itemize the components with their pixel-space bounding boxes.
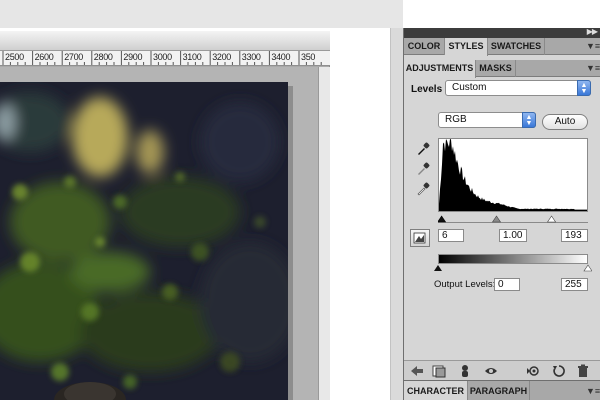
input-black-slider-thumb[interactable] bbox=[438, 215, 447, 223]
eye-icon[interactable] bbox=[484, 364, 498, 378]
output-black-field[interactable]: 0 bbox=[494, 278, 520, 291]
vertical-scrollbar[interactable] bbox=[318, 67, 330, 400]
photo-canvas[interactable] bbox=[0, 82, 288, 400]
chevron-updown-icon: ▲ ▼ bbox=[577, 80, 591, 96]
adjustments-tabbar: ADJUSTMENTS MASKS ▼≡ bbox=[404, 60, 600, 78]
histogram-shape bbox=[439, 139, 587, 211]
levels-title: Levels bbox=[411, 84, 443, 95]
tab-swatches[interactable]: SWATCHES bbox=[488, 38, 545, 55]
input-white-slider-thumb[interactable] bbox=[546, 215, 557, 223]
output-white-field[interactable]: 255 bbox=[561, 278, 588, 291]
layer-thumbnail-icon[interactable] bbox=[432, 364, 446, 378]
input-gamma-slider-thumb[interactable] bbox=[491, 215, 502, 223]
input-black-field[interactable]: 6 bbox=[438, 229, 464, 242]
ruler-tick-label: 2900 bbox=[123, 52, 143, 62]
tab-character[interactable]: CHARACTER bbox=[404, 381, 468, 400]
tab-masks[interactable]: MASKS bbox=[476, 60, 516, 77]
ruler-tick-label: 350 bbox=[301, 52, 316, 62]
preset-select-value: Custom bbox=[452, 82, 487, 93]
clipping-warning-icon bbox=[413, 232, 426, 244]
channel-select[interactable]: RGB ▲ ▼ bbox=[438, 112, 536, 128]
histogram-graph bbox=[439, 139, 587, 211]
ruler-tick-label: 3200 bbox=[212, 52, 232, 62]
panel-menu-icon[interactable]: ▼≡ bbox=[586, 63, 600, 73]
ruler-tick-label: 2800 bbox=[93, 52, 113, 62]
panel-dock-gap bbox=[390, 28, 403, 400]
ruler-tick-label: 3300 bbox=[241, 52, 261, 62]
white-point-eyedropper-icon[interactable] bbox=[416, 182, 430, 196]
input-gamma-field[interactable]: 1.00 bbox=[499, 229, 527, 242]
gray-point-eyedropper-icon[interactable] bbox=[416, 162, 430, 176]
previous-state-icon[interactable] bbox=[526, 364, 540, 378]
panel-menu-icon[interactable]: ▼≡ bbox=[586, 386, 600, 396]
panel-dock: ▶▶ COLOR STYLES SWATCHES ▼≡ ADJUSTMENTS … bbox=[403, 27, 600, 400]
input-levels-slider[interactable] bbox=[438, 215, 588, 223]
ruler-tick-label: 2500 bbox=[5, 52, 24, 62]
tab-paragraph[interactable]: PARAGRAPH bbox=[468, 381, 530, 400]
channel-select-value: RGB bbox=[445, 114, 467, 125]
trash-icon[interactable] bbox=[576, 364, 590, 378]
output-black-slider-thumb[interactable] bbox=[434, 265, 442, 271]
tab-color[interactable]: COLOR bbox=[404, 38, 445, 55]
application-bar bbox=[0, 0, 403, 28]
chevron-updown-icon: ▲ ▼ bbox=[522, 112, 536, 128]
tab-adjustments[interactable]: ADJUSTMENTS bbox=[404, 60, 476, 78]
photo-foliage-image bbox=[0, 82, 288, 400]
clip-layer-icon[interactable] bbox=[458, 364, 472, 378]
ruler-tick-label: 3400 bbox=[271, 52, 291, 62]
clipping-warning-button[interactable] bbox=[410, 229, 430, 247]
tab-styles[interactable]: STYLES bbox=[445, 38, 488, 56]
output-white-slider-thumb[interactable] bbox=[583, 264, 592, 272]
ruler-tick-label: 2700 bbox=[64, 52, 84, 62]
black-point-eyedropper-icon[interactable] bbox=[416, 142, 430, 156]
ruler-tick-label: 3000 bbox=[153, 52, 172, 62]
character-tabbar: CHARACTER PARAGRAPH ▼≡ bbox=[404, 380, 600, 400]
preset-select[interactable]: Custom ▲ ▼ bbox=[445, 80, 591, 96]
adjustments-action-bar bbox=[404, 360, 600, 380]
horizontal-ruler[interactable]: 2500 2600 2700 2800 2900 3000 3100 3200 3300 3400… bbox=[0, 51, 330, 66]
double-chevron-right-icon[interactable]: ▶▶ bbox=[587, 27, 598, 36]
panel-menu-icon[interactable]: ▼≡ bbox=[586, 41, 600, 51]
output-levels-gradient bbox=[438, 254, 588, 264]
auto-button[interactable]: Auto bbox=[542, 114, 588, 130]
ruler-tick-label: 2600 bbox=[34, 52, 54, 62]
input-white-field[interactable]: 193 bbox=[561, 229, 588, 242]
reset-icon[interactable] bbox=[552, 364, 566, 378]
back-arrow-icon[interactable] bbox=[410, 364, 424, 378]
levels-histogram bbox=[438, 138, 588, 212]
document-titlebar[interactable] bbox=[0, 31, 330, 51]
ruler-tick-label: 3100 bbox=[182, 52, 202, 62]
output-levels-label: Output Levels: bbox=[434, 279, 496, 290]
color-styles-tabbar: COLOR STYLES SWATCHES ▼≡ bbox=[404, 38, 600, 56]
output-levels-slider[interactable] bbox=[434, 264, 592, 272]
canvas-shadow bbox=[288, 86, 293, 400]
panel-dock-header[interactable]: ▶▶ bbox=[404, 27, 600, 38]
